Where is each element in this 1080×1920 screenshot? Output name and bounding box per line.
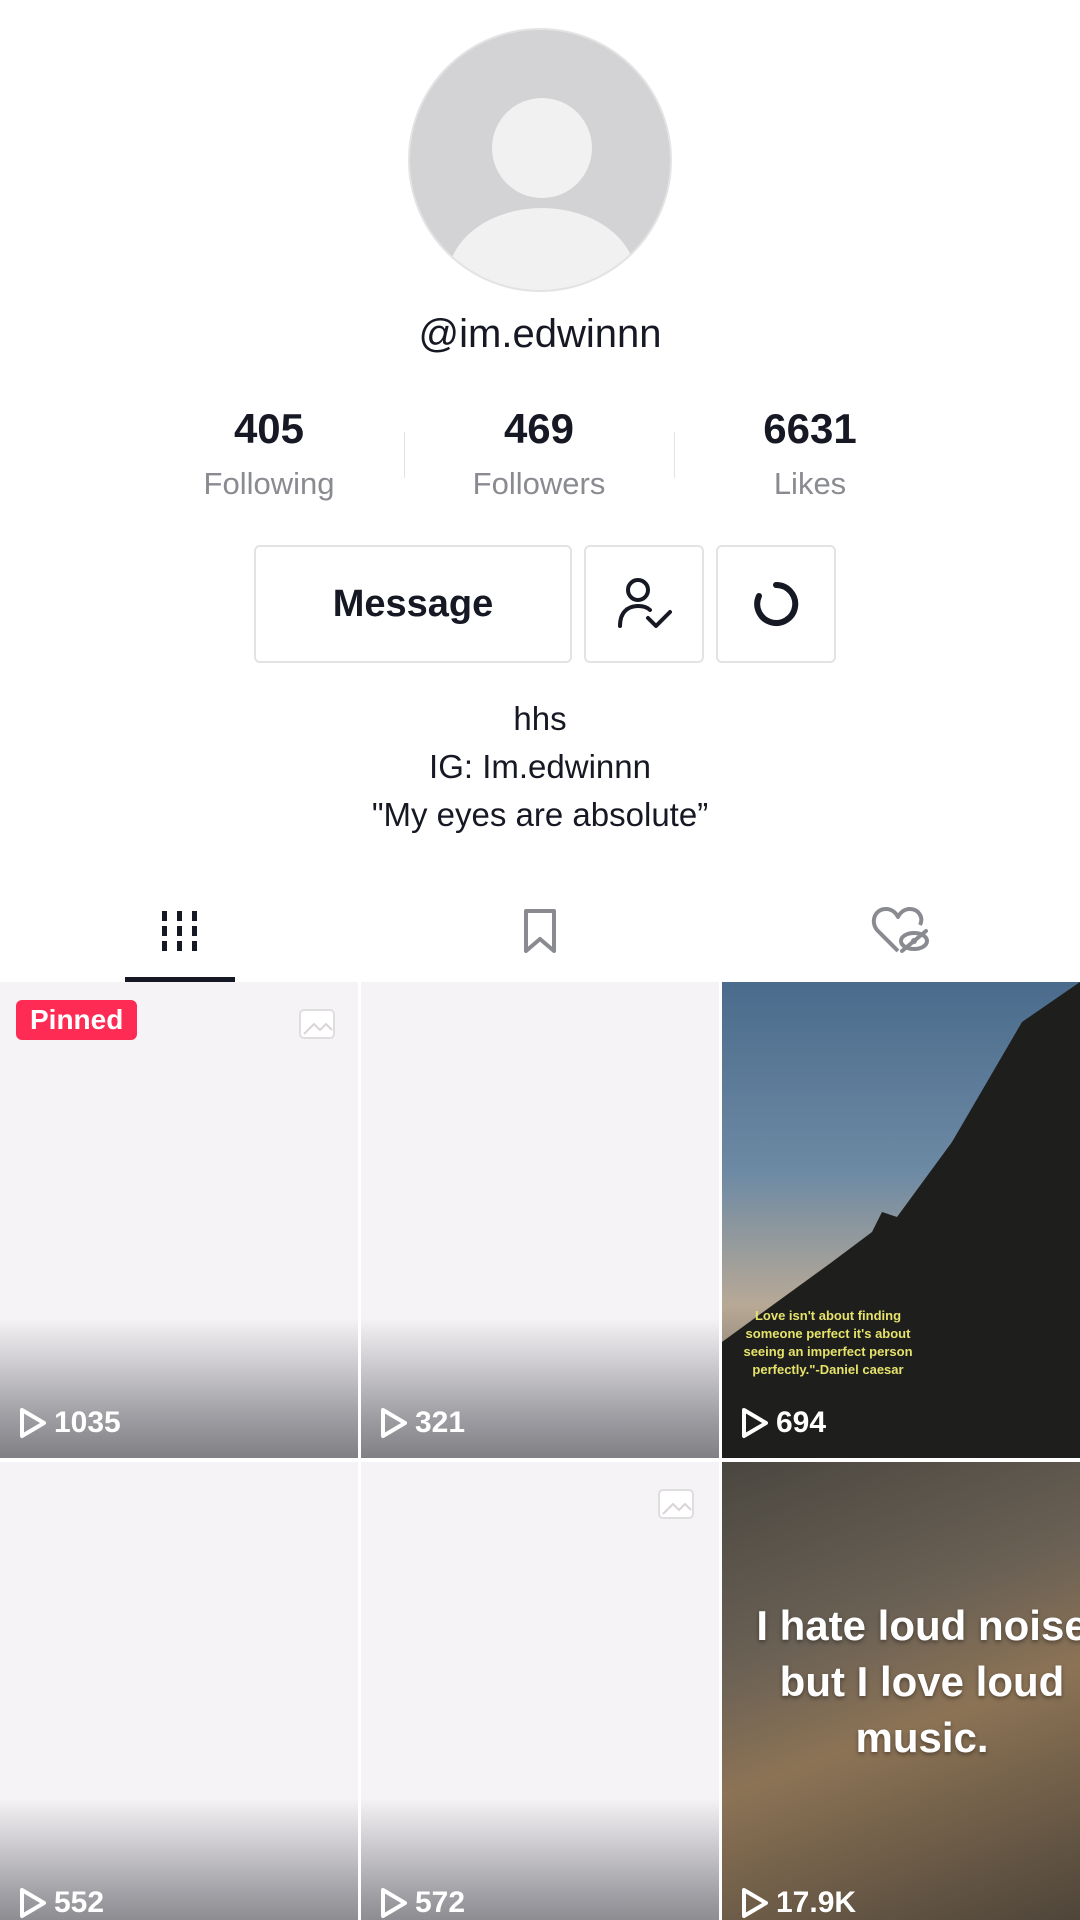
view-count-value: 552 <box>54 1886 105 1919</box>
photo-icon <box>299 1009 335 1039</box>
video-thumbnail[interactable]: 321 <box>361 982 719 1458</box>
profile-avatar[interactable] <box>408 28 672 292</box>
view-count: 552 <box>18 1886 104 1920</box>
video-caption: I hate loud noise but I love loud music. <box>756 1602 1080 1761</box>
view-count: 694 <box>740 1406 826 1440</box>
video-caption: Love isn't about finding someone perfect… <box>743 1308 913 1377</box>
bookmark-icon <box>524 909 556 953</box>
play-icon <box>20 1888 46 1918</box>
bio-line-2: IG: Im.edwinnn <box>429 748 651 785</box>
video-thumbnail[interactable]: Love isn't about finding someone perfect… <box>722 982 1080 1458</box>
followers-label: Followers <box>472 466 606 501</box>
play-icon <box>742 1888 768 1918</box>
view-count-value: 572 <box>415 1886 466 1919</box>
liked-hidden-icon <box>871 907 929 953</box>
tab-favorites[interactable] <box>360 880 720 982</box>
avatar-placeholder-head <box>492 98 592 198</box>
video-thumbnail[interactable]: 552 <box>0 1462 358 1920</box>
video-thumbnail[interactable]: Pinned 1035 <box>0 982 358 1458</box>
view-count-value: 17.9K <box>776 1886 857 1919</box>
pinned-badge: Pinned <box>16 1000 138 1040</box>
video-thumbnail[interactable]: I hate loud noise but I love loud music.… <box>722 1462 1080 1920</box>
followers-count: 469 <box>503 405 575 452</box>
view-count: 1035 <box>18 1406 121 1440</box>
video-grid: Pinned 1035 321 Love isn't about finding… <box>0 982 1080 1920</box>
user-check-icon <box>618 578 672 628</box>
loading-spinner-icon <box>754 581 799 626</box>
stat-followers[interactable]: 469 Followers <box>404 400 674 502</box>
play-icon <box>20 1408 46 1438</box>
videos-grid-icon <box>162 911 197 951</box>
bio-line-3: "My eyes are absolute” <box>371 796 709 833</box>
avatar-placeholder-body <box>448 208 636 290</box>
suggested-accounts-button[interactable] <box>716 545 836 663</box>
tab-liked[interactable] <box>720 880 1080 982</box>
mountain-silhouette <box>722 982 1080 1458</box>
following-count: 405 <box>233 405 305 452</box>
play-icon <box>742 1408 768 1438</box>
profile-stats: 405 Following 469 Followers 6631 Likes <box>0 400 1080 510</box>
tab-videos[interactable] <box>0 880 360 982</box>
stat-likes[interactable]: 6631 Likes <box>675 400 945 502</box>
play-icon <box>381 1408 407 1438</box>
profile-username: @im.edwinnn <box>418 312 662 356</box>
stat-following[interactable]: 405 Following <box>134 400 404 502</box>
message-button[interactable]: Message <box>254 545 572 663</box>
bio-line-1: hhs <box>513 700 567 737</box>
view-count: 321 <box>379 1406 465 1440</box>
view-count-value: 321 <box>415 1406 466 1439</box>
view-count-value: 1035 <box>54 1406 121 1439</box>
view-count: 572 <box>379 1886 465 1920</box>
likes-count: 6631 <box>763 405 857 452</box>
view-count: 17.9K <box>740 1886 856 1920</box>
photo-icon <box>658 1489 694 1519</box>
following-status-button[interactable] <box>584 545 704 663</box>
likes-label: Likes <box>773 466 847 501</box>
view-count-value: 694 <box>776 1406 827 1439</box>
following-label: Following <box>203 466 335 501</box>
profile-tabs <box>0 880 1080 982</box>
play-icon <box>381 1888 407 1918</box>
video-thumbnail[interactable]: 572 <box>361 1462 719 1920</box>
